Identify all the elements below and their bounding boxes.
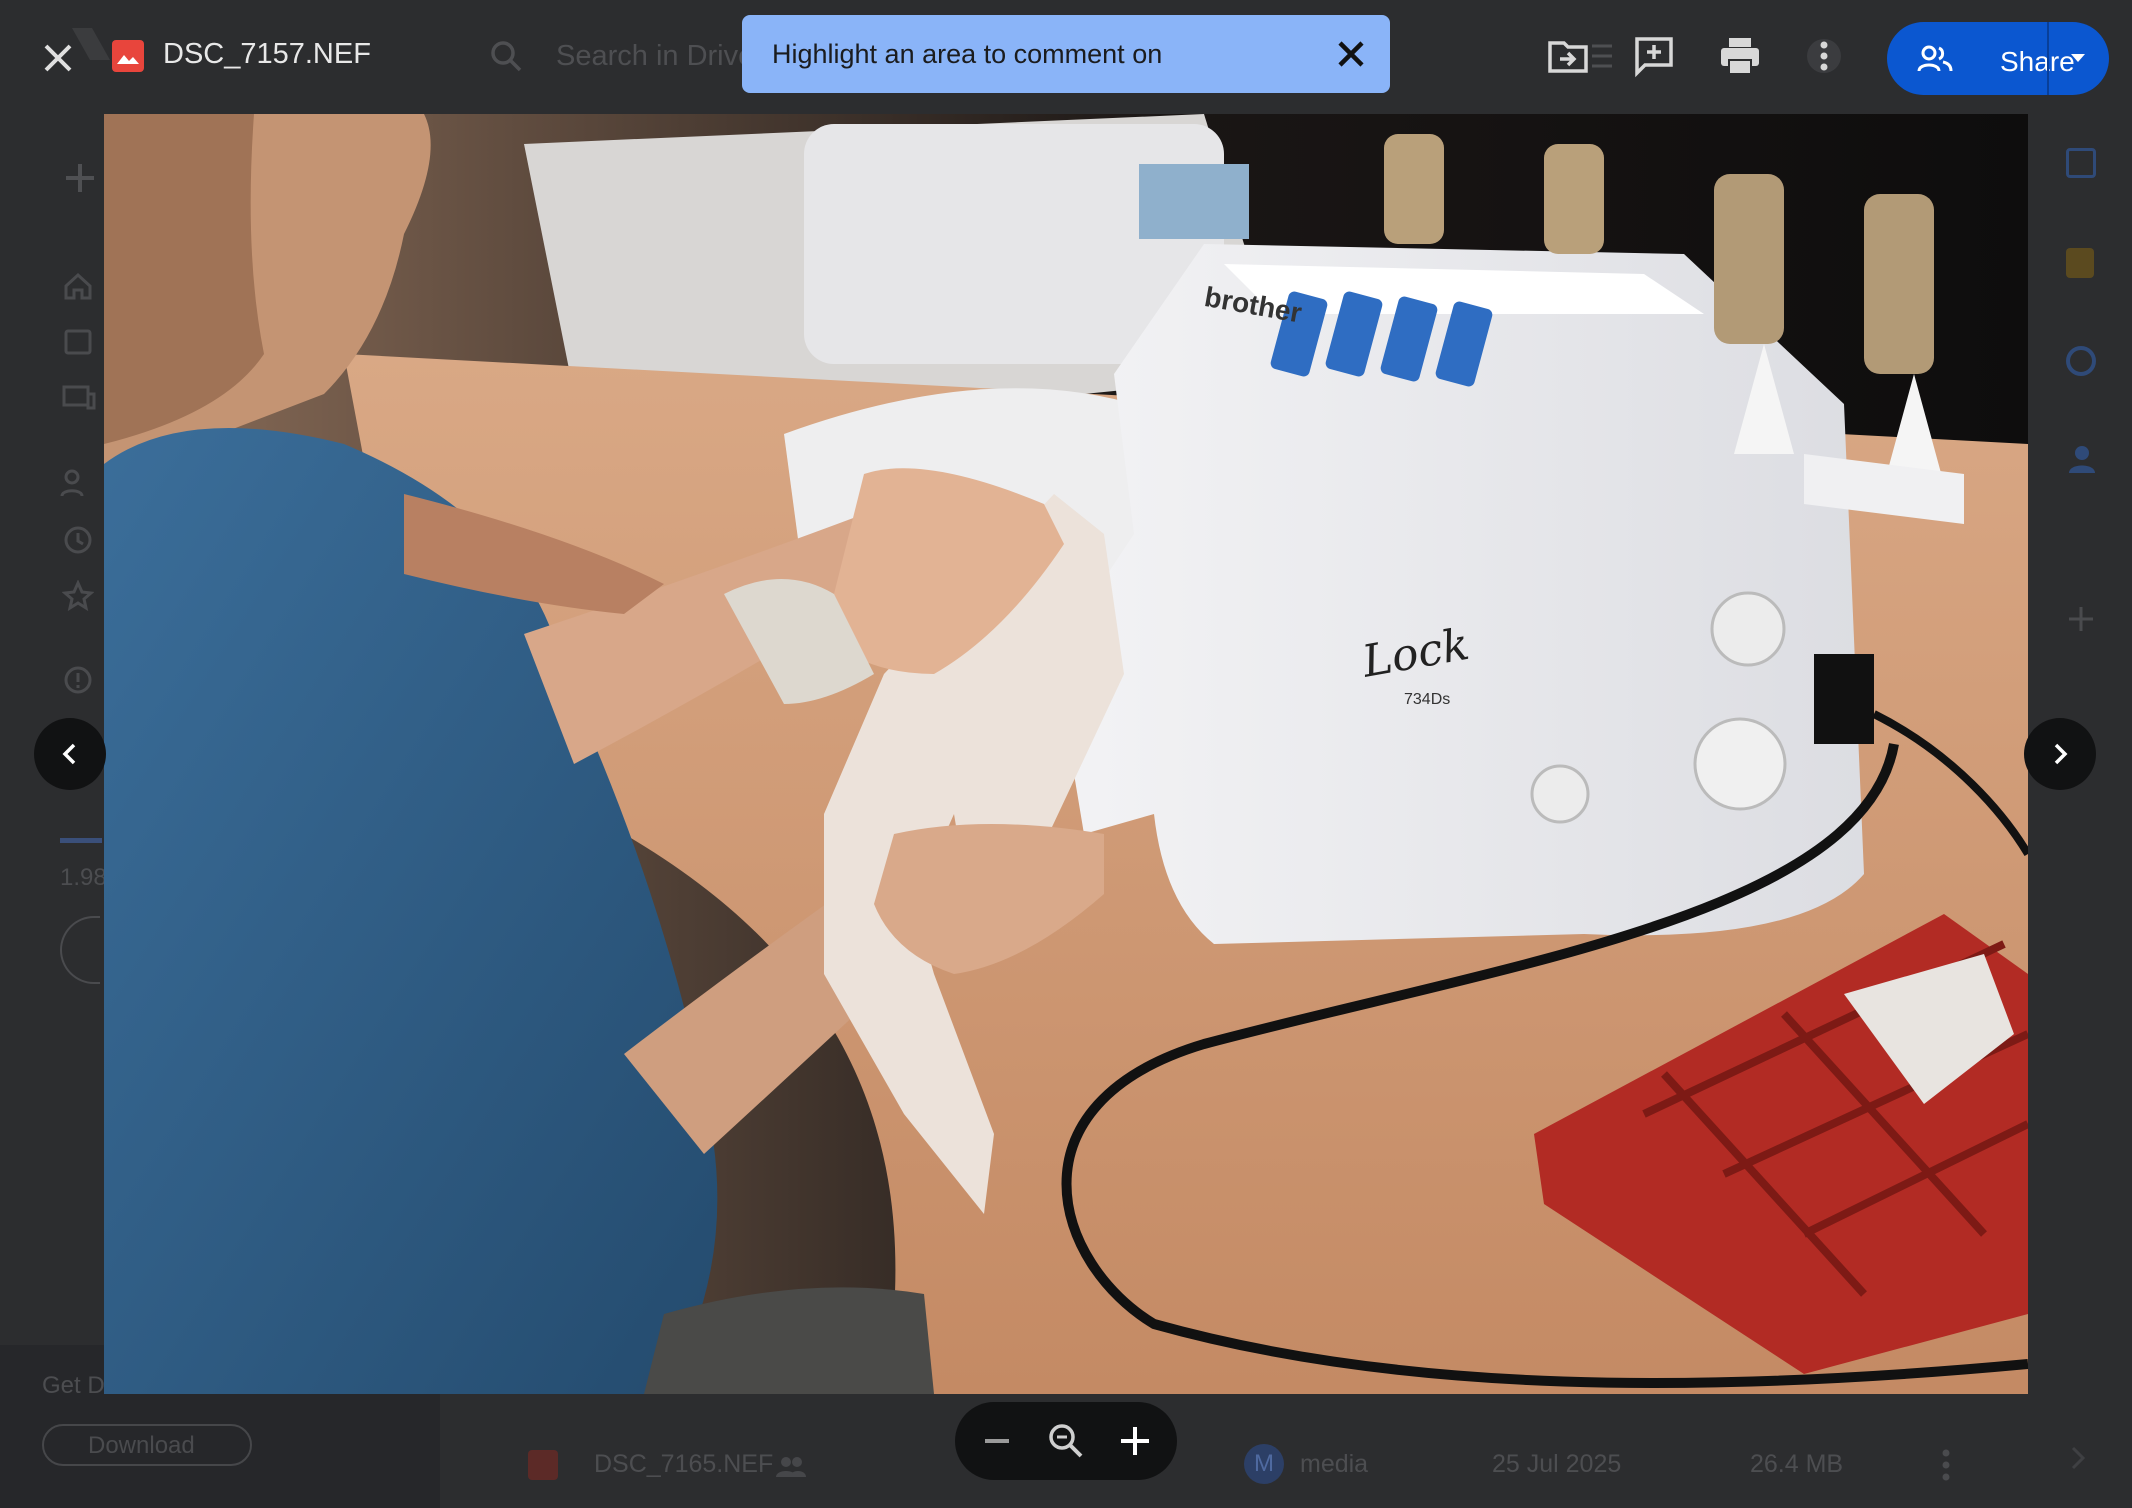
chevron-right-icon [2054,743,2068,765]
print-icon[interactable] [1718,34,1762,78]
zoom-out-icon[interactable] [975,1419,1019,1463]
photo-preview[interactable]: brother Lock 734Ds [104,114,2028,1394]
storage-bar [60,838,102,843]
shared-people-icon [776,1457,806,1477]
keep-icon[interactable] [2066,248,2094,278]
home-icon [64,272,92,300]
add-comment-icon[interactable] [1632,34,1676,78]
people-icon [1917,45,1953,72]
owner-name: media [1300,1450,1369,1478]
share-button[interactable]: Share [1887,22,2075,95]
search-placeholder: Search in Drive [556,40,755,72]
filter-icon [1592,44,1612,68]
get-addons-plus-icon[interactable] [2066,604,2096,634]
drive-logo-icon [72,28,110,60]
zoom-reset-icon[interactable] [1044,1419,1088,1463]
zoom-toolbar [955,1402,1177,1480]
spam-icon [64,666,92,694]
file-name: DSC_7165.NEF [594,1450,774,1478]
storage-text: 1.98 [60,864,107,891]
owner-avatar: M [1244,1444,1284,1484]
machine-number-text: 734Ds [1404,691,1450,708]
tasks-icon[interactable] [2066,346,2096,376]
sewing-photo-illustration: brother Lock 734Ds [104,114,2028,1394]
caret-down-icon [2071,54,2085,62]
image-file-icon [112,40,144,72]
recent-icon [64,526,92,554]
comment-banner-text: Highlight an area to comment on [772,39,1163,69]
get-storage-button[interactable] [60,916,100,984]
calendar-icon[interactable] [2066,148,2096,178]
modified-date: 25 Jul 2025 [1492,1450,1622,1478]
next-image-button[interactable] [2024,718,2096,790]
search-icon[interactable] [488,38,524,74]
previous-image-button[interactable] [34,718,106,790]
close-banner-icon[interactable] [1334,37,1368,71]
more-actions-icon[interactable] [1802,34,1846,78]
image-file-icon [528,1450,558,1480]
share-button-group: Share [1887,22,2109,95]
chevron-left-icon [62,743,76,765]
file-title: DSC_7157.NEF [163,38,371,70]
contacts-icon[interactable] [2068,444,2096,474]
share-options-dropdown[interactable] [2049,22,2109,95]
search-bar[interactable]: Search in Drive [480,30,780,82]
shared-with-me-icon [60,469,84,497]
zoom-in-icon[interactable] [1113,1419,1157,1463]
starred-icon [62,580,94,612]
computers-icon [62,385,96,410]
comment-banner: Highlight an area to comment on [742,15,1390,93]
move-to-folder-icon[interactable] [1546,34,1590,78]
viewer-top-bar: DSC_7157.NEF Search in Drive Highlight a… [0,0,2132,112]
file-size: 26.4 MB [1750,1450,1844,1478]
new-plus-icon [66,164,94,192]
promo-text: Get D [42,1372,105,1399]
row-more-icon[interactable] [1940,1448,1952,1482]
my-drive-icon [64,329,92,355]
